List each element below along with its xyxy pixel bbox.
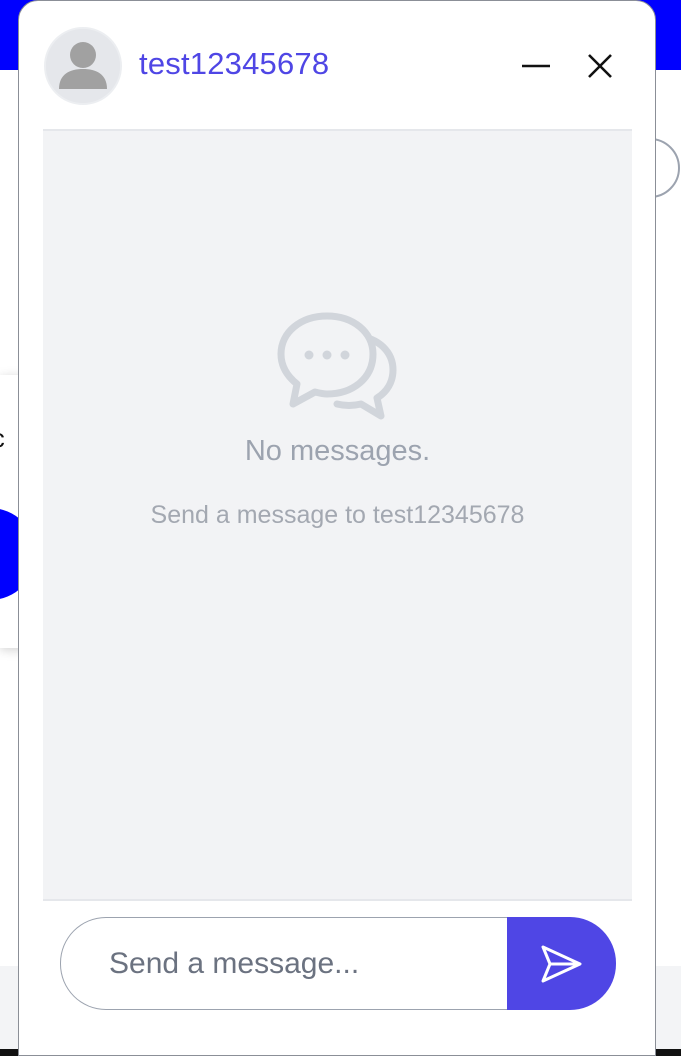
send-icon	[541, 945, 581, 982]
chat-bubbles-icon	[275, 308, 401, 424]
empty-state-subtitle: Send a message to test12345678	[150, 501, 525, 529]
minimize-icon	[522, 64, 550, 68]
empty-state-title: No messages.	[244, 435, 431, 467]
chat-window: test12345678 No messages. Send a message…	[18, 0, 656, 1056]
minimize-button[interactable]	[511, 41, 561, 91]
chat-header: test12345678	[19, 1, 655, 129]
send-button[interactable]	[507, 917, 616, 1010]
message-input[interactable]	[60, 917, 516, 1010]
messages-area: No messages. Send a message to test12345…	[43, 129, 632, 901]
close-button[interactable]	[575, 41, 625, 91]
close-icon	[588, 54, 612, 78]
user-avatar-icon	[44, 27, 122, 105]
message-composer	[60, 917, 616, 1010]
chat-username[interactable]: test12345678	[139, 46, 329, 82]
